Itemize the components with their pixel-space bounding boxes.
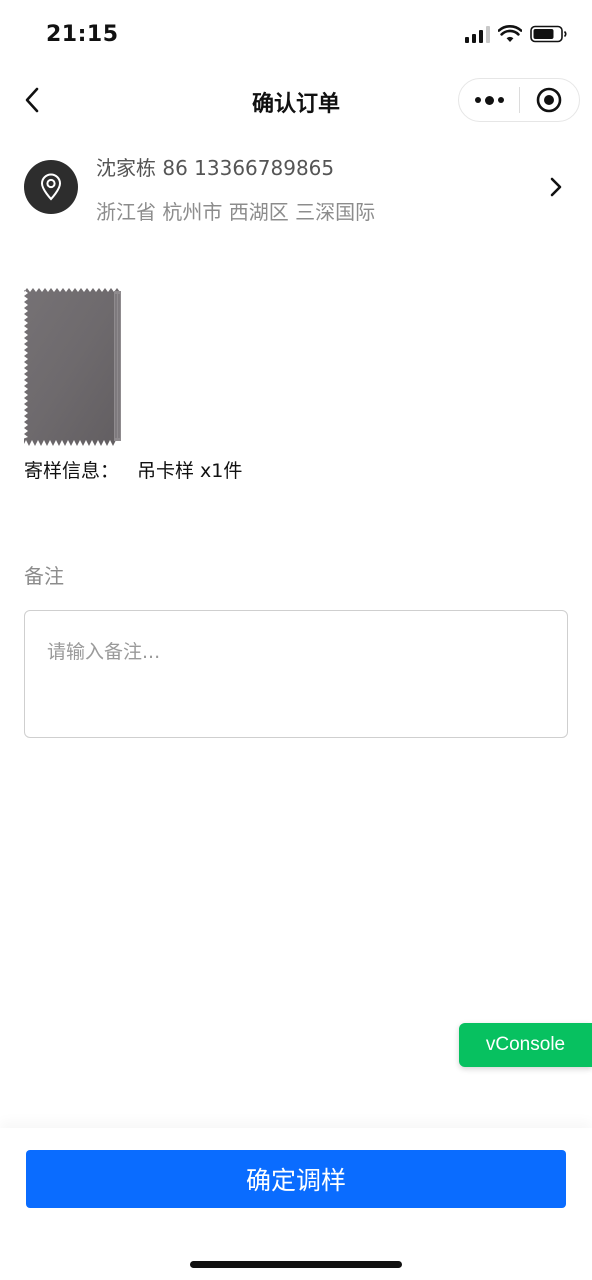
- status-time: 21:15: [46, 22, 119, 47]
- confirm-sample-button[interactable]: 确定调样: [26, 1150, 566, 1208]
- close-miniprogram-icon: [537, 87, 562, 113]
- location-pin-icon: [40, 173, 62, 201]
- status-icons: [465, 25, 568, 43]
- recipient-name-phone: 沈家栋 86 13366789865: [96, 156, 335, 180]
- vconsole-button[interactable]: vConsole: [459, 1023, 592, 1067]
- chevron-right-icon: [550, 177, 562, 197]
- address-arrow: [544, 172, 568, 202]
- close-miniprogram-button[interactable]: [520, 78, 579, 122]
- sample-info-value: 吊卡样 x1件: [137, 460, 243, 482]
- nav-bar: 确认订单: [0, 70, 592, 130]
- address-card[interactable]: 沈家栋 86 13366789865 浙江省 杭州市 西湖区 三深国际: [24, 148, 568, 228]
- home-indicator: [190, 1261, 402, 1268]
- battery-icon: [530, 25, 567, 43]
- bottom-bar: 确定调样: [0, 1128, 592, 1280]
- sample-info-label: 寄样信息：: [24, 460, 120, 482]
- sample-info: 寄样信息： 吊卡样 x1件: [24, 456, 242, 483]
- status-bar: 21:15: [0, 0, 592, 70]
- remark-label: 备注: [24, 564, 64, 588]
- more-icon: [474, 95, 504, 105]
- screen: 21:15 确认订单 沈家栋 86 13366789865 浙江省 杭州市 西湖…: [0, 0, 592, 1280]
- fabric-swatch-image: [24, 288, 121, 446]
- signal-icon: [465, 25, 490, 43]
- location-badge: [24, 160, 78, 214]
- more-button[interactable]: [459, 78, 519, 122]
- address-detail: 浙江省 杭州市 西湖区 三深国际: [96, 200, 376, 224]
- miniprogram-capsule: [458, 78, 580, 122]
- wifi-icon: [498, 25, 522, 42]
- remark-input[interactable]: [24, 610, 568, 738]
